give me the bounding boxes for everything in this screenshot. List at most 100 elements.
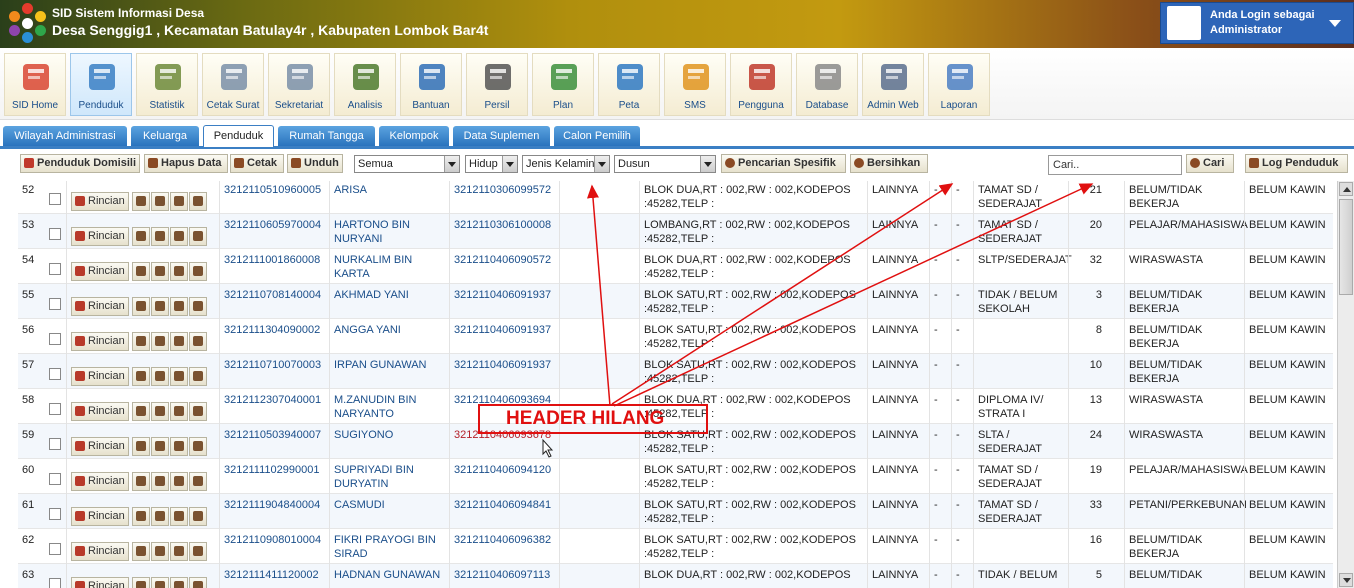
trash-button[interactable] — [189, 367, 207, 386]
row-checkbox[interactable] — [49, 263, 61, 275]
hapus-data-button[interactable]: Hapus Data — [144, 154, 228, 173]
row-checkbox[interactable] — [49, 438, 61, 450]
menu-item-sid-home[interactable]: SID Home — [4, 53, 66, 116]
nik-link[interactable]: 3212111001860008 — [219, 249, 329, 284]
nik-link[interactable]: 3212111411120002 — [219, 564, 329, 588]
menu-item-peta[interactable]: Peta — [598, 53, 660, 116]
menu-item-persil[interactable]: Persil — [466, 53, 528, 116]
nama-link[interactable]: FIKRI PRAYOGI BIN SIRAD — [329, 529, 449, 564]
rincian-button[interactable]: Rincian — [71, 542, 129, 561]
nik-link[interactable]: 3212112307040001 — [219, 389, 329, 424]
scroll-thumb[interactable] — [1339, 199, 1353, 295]
nama-link[interactable]: IRPAN GUNAWAN — [329, 354, 449, 389]
log-penduduk-button[interactable]: Log Penduduk — [1245, 154, 1348, 173]
rincian-button[interactable]: Rincian — [71, 437, 129, 456]
tab-penduduk[interactable]: Penduduk — [203, 125, 274, 147]
nama-link[interactable]: CASMUDI — [329, 494, 449, 529]
menu-item-sms[interactable]: SMS — [664, 53, 726, 116]
trash-button[interactable] — [189, 402, 207, 421]
edit-button[interactable] — [132, 542, 150, 561]
wrench-button[interactable] — [151, 367, 169, 386]
menu-item-penduduk[interactable]: Penduduk — [70, 53, 132, 116]
rincian-button[interactable]: Rincian — [71, 332, 129, 351]
share-button[interactable] — [170, 437, 188, 456]
row-checkbox[interactable] — [49, 368, 61, 380]
cari-button[interactable]: Cari — [1186, 154, 1234, 173]
nama-link[interactable]: AKHMAD YANI — [329, 284, 449, 319]
menu-item-statistik[interactable]: Statistik — [136, 53, 198, 116]
menu-item-sekretariat[interactable]: Sekretariat — [268, 53, 330, 116]
bersihkan-button[interactable]: Bersihkan — [850, 154, 928, 173]
trash-button[interactable] — [189, 192, 207, 211]
edit-button[interactable] — [132, 332, 150, 351]
share-button[interactable] — [170, 227, 188, 246]
trash-button[interactable] — [189, 262, 207, 281]
wrench-button[interactable] — [151, 297, 169, 316]
nik-link[interactable]: 3212111304090002 — [219, 319, 329, 354]
nik-link[interactable]: 3212110908010004 — [219, 529, 329, 564]
nik-link[interactable]: 3212110708140004 — [219, 284, 329, 319]
kk-link[interactable]: 3212110406094841 — [449, 494, 559, 529]
wrench-button[interactable] — [151, 332, 169, 351]
menu-item-laporan[interactable]: Laporan — [928, 53, 990, 116]
edit-button[interactable] — [132, 507, 150, 526]
tab-wilayah-administrasi[interactable]: Wilayah Administrasi — [3, 126, 127, 146]
menu-item-pengguna[interactable]: Pengguna — [730, 53, 792, 116]
dusun-select[interactable]: Dusun — [614, 155, 716, 173]
nama-link[interactable]: ARISA — [329, 181, 449, 214]
user-menu[interactable]: Anda Login sebagai Administrator — [1160, 2, 1354, 44]
wrench-button[interactable] — [151, 402, 169, 421]
kk-link[interactable]: 3212110406091937 — [449, 284, 559, 319]
chevron-down-icon[interactable] — [1329, 20, 1341, 27]
share-button[interactable] — [170, 472, 188, 491]
tab-kelompok[interactable]: Kelompok — [379, 126, 449, 146]
edit-button[interactable] — [132, 472, 150, 491]
trash-button[interactable] — [189, 507, 207, 526]
status-select[interactable]: Semua — [354, 155, 460, 173]
rincian-button[interactable]: Rincian — [71, 192, 129, 211]
rincian-button[interactable]: Rincian — [71, 507, 129, 526]
rincian-button[interactable]: Rincian — [71, 227, 129, 246]
row-checkbox[interactable] — [49, 228, 61, 240]
nik-link[interactable]: 3212111904840004 — [219, 494, 329, 529]
tab-calon-pemilih[interactable]: Calon Pemilih — [554, 126, 640, 146]
share-button[interactable] — [170, 507, 188, 526]
menu-item-cetak-surat[interactable]: Cetak Surat — [202, 53, 264, 116]
pencarian-spesifik-button[interactable]: Pencarian Spesifik — [721, 154, 846, 173]
wrench-button[interactable] — [151, 192, 169, 211]
penduduk-domisili-button[interactable]: Penduduk Domisili — [20, 154, 140, 173]
nama-link[interactable]: SUGIYONO — [329, 424, 449, 459]
kk-link[interactable]: 3212110306100008 — [449, 214, 559, 249]
share-button[interactable] — [170, 402, 188, 421]
nik-link[interactable]: 3212110710070003 — [219, 354, 329, 389]
share-button[interactable] — [170, 262, 188, 281]
kk-link[interactable]: 3212110406097113 — [449, 564, 559, 588]
share-button[interactable] — [170, 577, 188, 588]
edit-button[interactable] — [132, 192, 150, 211]
share-button[interactable] — [170, 192, 188, 211]
rincian-button[interactable]: Rincian — [71, 577, 129, 588]
wrench-button[interactable] — [151, 472, 169, 491]
share-button[interactable] — [170, 297, 188, 316]
menu-item-analisis[interactable]: Analisis — [334, 53, 396, 116]
nik-link[interactable]: 3212110510960005 — [219, 181, 329, 214]
edit-button[interactable] — [132, 367, 150, 386]
vertical-scrollbar[interactable] — [1337, 181, 1354, 588]
nik-link[interactable]: 3212110503940007 — [219, 424, 329, 459]
row-checkbox[interactable] — [49, 193, 61, 205]
kk-link[interactable]: 3212110306099572 — [449, 181, 559, 214]
nik-link[interactable]: 3212111102990001 — [219, 459, 329, 494]
share-button[interactable] — [170, 542, 188, 561]
trash-button[interactable] — [189, 472, 207, 491]
trash-button[interactable] — [189, 227, 207, 246]
wrench-button[interactable] — [151, 437, 169, 456]
kk-link[interactable]: 3212110406091937 — [449, 319, 559, 354]
nama-link[interactable]: HARTONO BIN NURYANI — [329, 214, 449, 249]
jenis-kelamin-select[interactable]: Jenis Kelamin — [522, 155, 610, 173]
wrench-button[interactable] — [151, 262, 169, 281]
share-button[interactable] — [170, 332, 188, 351]
nama-link[interactable]: M.ZANUDIN BIN NARYANTO — [329, 389, 449, 424]
trash-button[interactable] — [189, 332, 207, 351]
kk-link[interactable]: 3212110406096382 — [449, 529, 559, 564]
tab-keluarga[interactable]: Keluarga — [131, 126, 199, 146]
